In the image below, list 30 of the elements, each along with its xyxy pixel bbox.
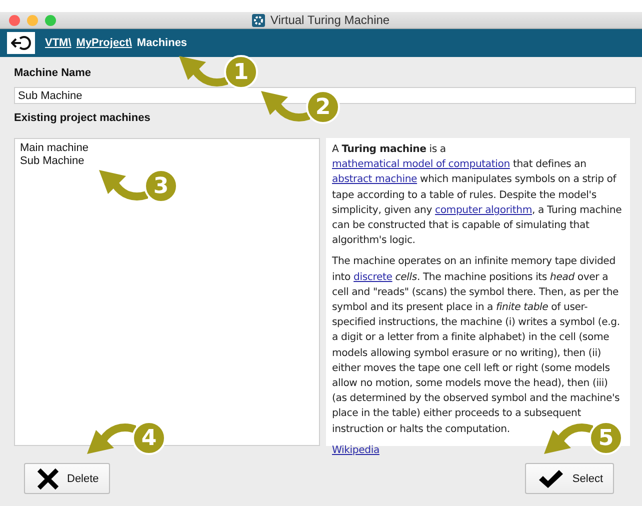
back-button[interactable] xyxy=(7,32,35,54)
breadcrumb-link[interactable]: VTM\ xyxy=(45,37,72,49)
zoom-window-button[interactable] xyxy=(45,14,56,26)
close-icon xyxy=(37,468,59,490)
curved-arrow xyxy=(87,423,136,454)
window-title: Virtual Turing Machine xyxy=(270,13,390,27)
text-link[interactable]: mathematical model of xyxy=(332,159,448,170)
text-link[interactable]: computation xyxy=(448,159,510,170)
text-link[interactable]: discrete xyxy=(354,272,392,283)
back-icon xyxy=(11,35,31,51)
close-window-button[interactable] xyxy=(9,14,20,26)
section-label: Existing project machines xyxy=(14,112,150,124)
delete-button[interactable]: Delete xyxy=(24,463,110,494)
curved-arrow xyxy=(261,91,310,122)
checkmark-icon xyxy=(538,468,564,488)
curved-arrow xyxy=(544,423,593,454)
list-item[interactable]: Main machine xyxy=(19,142,315,155)
breadcrumb-current: Machines xyxy=(136,37,188,49)
source-link[interactable]: Wikipedia xyxy=(332,442,380,458)
list-item[interactable]: Sub Machine xyxy=(19,155,315,168)
app-icon xyxy=(252,14,266,26)
curved-arrow xyxy=(179,56,228,87)
curved-arrow xyxy=(99,170,148,201)
field-label: Machine Name xyxy=(14,67,92,79)
breadcrumb-link[interactable]: MyProject\ xyxy=(76,37,132,49)
text-link[interactable]: computer algorithm xyxy=(434,204,532,216)
minimize-window-button[interactable] xyxy=(27,14,38,26)
paragraph: A Turing machine is a mathematical model of computation that defines an abstract machine which manipulates symbols on a strip of tape according to a table of rules. Despite the model's simplicity, given any computer algorithm, a Turing machine can be constructed that is capable of simulating that algorithm's logic. xyxy=(332,143,623,248)
select-button[interactable]: Select xyxy=(525,463,614,494)
text-link[interactable]: abstract machine xyxy=(332,174,418,186)
